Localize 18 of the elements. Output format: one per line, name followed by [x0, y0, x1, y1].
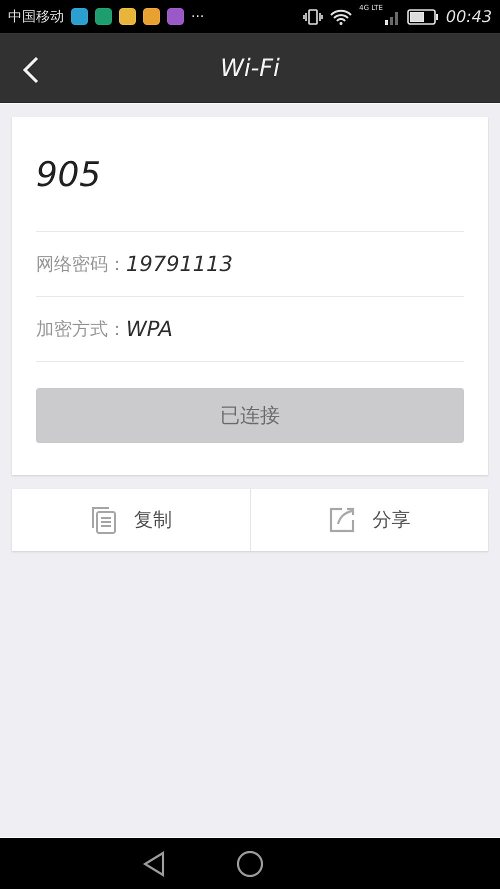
wifi-icon: [330, 8, 352, 24]
share-button[interactable]: 分享: [250, 489, 488, 551]
home-nav-button[interactable]: [236, 850, 264, 878]
carrier-name: 中国移动: [8, 8, 64, 26]
share-icon: [328, 506, 356, 534]
copy-button[interactable]: 复制: [12, 489, 250, 551]
network-name: 905: [36, 117, 464, 232]
field-label: 加密方式：: [36, 318, 126, 341]
back-nav-button[interactable]: [142, 850, 166, 876]
page-title: Wi-Fi: [220, 54, 280, 82]
field-label: 网络密码：: [36, 253, 126, 276]
more-notifications: ···: [191, 8, 204, 24]
battery-icon: [406, 8, 439, 24]
copy-icon: [90, 505, 118, 535]
field-value: WPA: [126, 317, 173, 341]
field-value: 19791113: [126, 252, 233, 276]
clock: 00:43: [446, 7, 492, 26]
vibrate-icon: [303, 8, 324, 24]
